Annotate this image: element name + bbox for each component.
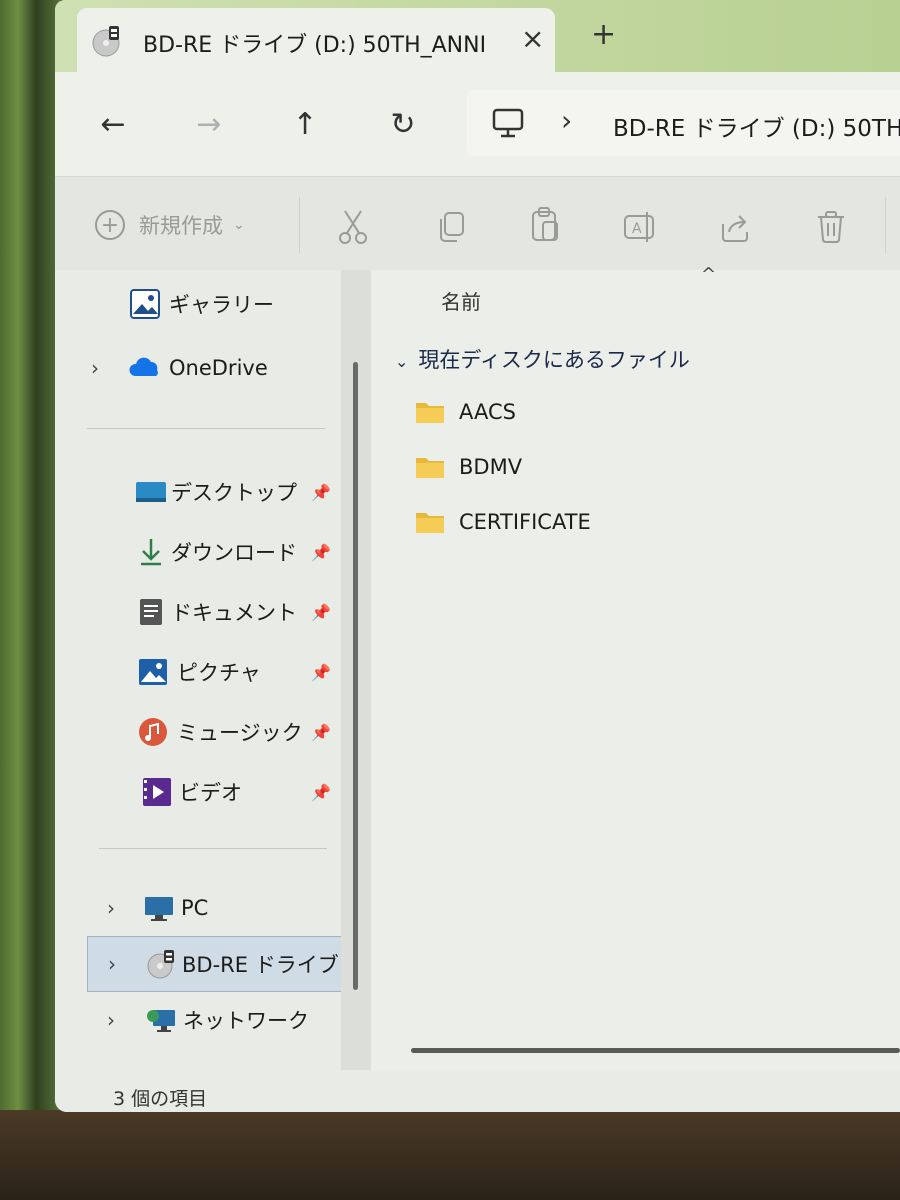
sidebar-item-label: ネットワーク bbox=[183, 1009, 309, 1033]
breadcrumb-separator[interactable]: › bbox=[561, 104, 572, 137]
sidebar-divider bbox=[87, 428, 325, 429]
up-button[interactable]: ↑ bbox=[283, 102, 327, 146]
address-bar[interactable]: › BD-RE ドライブ (D:) 50TH bbox=[467, 90, 900, 156]
expand-chevron-icon[interactable]: › bbox=[107, 1008, 115, 1032]
expand-chevron-icon[interactable]: › bbox=[108, 952, 116, 976]
sidebar-divider bbox=[99, 848, 327, 849]
sidebar-item-label: BD-RE ドライブ (D bbox=[182, 953, 342, 977]
command-separator bbox=[885, 197, 886, 253]
navigation-pane: ギャラリー › OneDrive デスクトップ 📌 ダウンロード 📌 ドキュメン… bbox=[55, 270, 355, 1070]
back-button[interactable]: ← bbox=[91, 102, 135, 146]
pc-icon bbox=[145, 897, 173, 921]
file-name: BDMV bbox=[459, 455, 523, 479]
pc-icon bbox=[492, 108, 524, 138]
file-name: AACS bbox=[459, 400, 516, 424]
breadcrumb-current[interactable]: BD-RE ドライブ (D:) 50TH bbox=[613, 109, 900, 143]
status-bar: 3 個の項目 bbox=[55, 1070, 900, 1112]
pin-icon[interactable]: 📌 bbox=[311, 483, 331, 502]
group-header[interactable]: ⌄ 現在ディスクにあるファイル bbox=[395, 344, 690, 374]
chevron-down-icon: ⌄ bbox=[233, 217, 245, 233]
file-name: CERTIFICATE bbox=[459, 510, 591, 534]
paste-icon[interactable] bbox=[529, 205, 561, 245]
sidebar-item-documents[interactable]: ドキュメント 📌 bbox=[55, 588, 355, 636]
sidebar-item-downloads[interactable]: ダウンロード 📌 bbox=[55, 528, 355, 576]
refresh-button[interactable]: ↻ bbox=[381, 102, 425, 146]
svg-text:A: A bbox=[632, 221, 642, 237]
sidebar-item-music[interactable]: ミュージック 📌 bbox=[55, 708, 355, 756]
desktop-background bbox=[0, 0, 60, 1200]
navigation-bar: ← → ↑ ↻ › BD-RE ドライブ (D:) 50TH bbox=[55, 72, 900, 176]
folder-icon bbox=[416, 513, 444, 533]
tab-bd-re-drive[interactable]: BD-RE ドライブ (D:) 50TH_ANNI × bbox=[77, 8, 555, 72]
sidebar-item-label: PC bbox=[181, 896, 209, 920]
list-item[interactable]: BDMV bbox=[415, 447, 522, 487]
disc-drive-icon bbox=[147, 950, 174, 979]
pin-icon[interactable]: 📌 bbox=[311, 783, 331, 802]
sidebar-item-label: ダウンロード bbox=[171, 541, 297, 565]
forward-button[interactable]: → bbox=[187, 102, 231, 146]
cut-icon[interactable] bbox=[337, 207, 369, 247]
sidebar-item-desktop[interactable]: デスクトップ 📌 bbox=[55, 468, 355, 516]
pictures-icon bbox=[139, 659, 167, 685]
command-bar: + 新規作成 ⌄ A bbox=[55, 176, 900, 270]
share-icon[interactable] bbox=[719, 207, 753, 247]
sidebar-item-label: ピクチャ bbox=[177, 661, 261, 685]
new-button[interactable]: + 新規作成 ⌄ bbox=[95, 205, 245, 245]
folder-icon bbox=[416, 403, 444, 423]
column-header-name[interactable]: 名前 bbox=[441, 286, 481, 315]
pin-icon[interactable]: 📌 bbox=[311, 543, 331, 562]
group-label: 現在ディスクにあるファイル bbox=[418, 348, 690, 372]
pin-icon[interactable]: 📌 bbox=[311, 723, 331, 742]
new-tab-icon[interactable]: + bbox=[591, 20, 616, 50]
sort-ascending-icon: ^ bbox=[701, 264, 717, 285]
sidebar-item-label: ドキュメント bbox=[171, 601, 297, 625]
tab-title: BD-RE ドライブ (D:) 50TH_ANNI bbox=[143, 33, 487, 58]
file-explorer-window: BD-RE ドライブ (D:) 50TH_ANNI × + ← → ↑ ↻ › … bbox=[55, 0, 900, 1112]
pin-icon[interactable]: 📌 bbox=[311, 603, 331, 622]
copy-icon[interactable] bbox=[435, 207, 467, 247]
list-item[interactable]: CERTIFICATE bbox=[415, 502, 591, 542]
sidebar-item-pc[interactable]: › PC bbox=[55, 884, 355, 932]
sidebar-item-label: ギャラリー bbox=[169, 293, 274, 317]
new-button-label: 新規作成 bbox=[139, 214, 223, 238]
sidebar-item-bd-re-drive[interactable]: › BD-RE ドライブ (D bbox=[87, 936, 343, 992]
folder-icon bbox=[416, 458, 444, 478]
item-count: 3 個の項目 bbox=[113, 1088, 208, 1110]
gallery-icon bbox=[130, 289, 160, 319]
disc-drive-icon bbox=[92, 26, 120, 57]
plus-circle-icon: + bbox=[95, 210, 125, 240]
sidebar-item-label: ミュージック bbox=[177, 721, 303, 745]
expand-chevron-icon[interactable]: › bbox=[91, 356, 99, 380]
onedrive-icon bbox=[129, 357, 158, 376]
command-separator bbox=[299, 197, 300, 253]
tab-strip: BD-RE ドライブ (D:) 50TH_ANNI × + bbox=[55, 0, 900, 72]
network-icon bbox=[147, 1010, 175, 1032]
sidebar-item-onedrive[interactable]: › OneDrive bbox=[55, 344, 355, 392]
desktop-icon bbox=[136, 482, 166, 502]
expand-chevron-icon[interactable]: › bbox=[107, 896, 115, 920]
documents-icon bbox=[140, 599, 162, 625]
desktop-background-bottom bbox=[0, 1110, 900, 1200]
sidebar-item-label: ビデオ bbox=[179, 781, 242, 805]
file-list: ^ 名前 ⌄ 現在ディスクにあるファイル AACS BDMV CERTIFICAT… bbox=[371, 264, 900, 1070]
sidebar-item-network[interactable]: › ネットワーク bbox=[55, 996, 355, 1044]
close-tab-icon[interactable]: × bbox=[521, 22, 544, 55]
videos-icon bbox=[143, 778, 171, 806]
sidebar-item-label: OneDrive bbox=[169, 356, 268, 380]
sidebar-scrollbar-thumb[interactable] bbox=[353, 362, 358, 990]
pin-icon[interactable]: 📌 bbox=[311, 663, 331, 682]
sidebar-item-videos[interactable]: ビデオ 📌 bbox=[55, 768, 355, 816]
music-icon bbox=[139, 718, 167, 746]
rename-icon[interactable]: A bbox=[623, 207, 657, 247]
sidebar-item-pictures[interactable]: ピクチャ 📌 bbox=[55, 648, 355, 696]
download-icon bbox=[141, 539, 161, 566]
delete-icon[interactable] bbox=[815, 207, 847, 247]
sidebar-item-gallery[interactable]: ギャラリー bbox=[55, 280, 355, 328]
horizontal-scrollbar[interactable] bbox=[411, 1048, 900, 1053]
sidebar-item-label: デスクトップ bbox=[171, 481, 297, 505]
list-item[interactable]: AACS bbox=[415, 392, 516, 432]
chevron-down-icon: ⌄ bbox=[395, 352, 409, 371]
